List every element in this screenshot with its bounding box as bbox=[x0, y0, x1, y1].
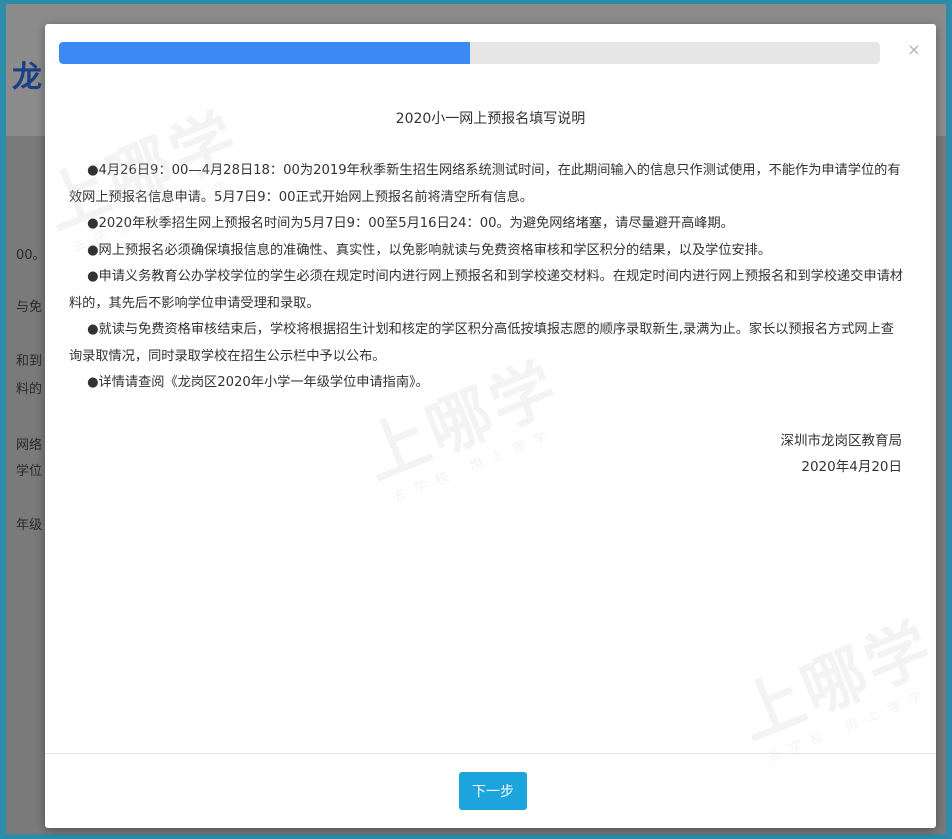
notice-paragraph: ●详情请查阅《龙岗区2020年小学一年级学位申请指南》。 bbox=[87, 375, 429, 390]
notice-body: ●4月26日9：00—4月28日18：00为2019年秋季新生招生网络系统测试时… bbox=[69, 158, 903, 397]
notice-paragraph: ●网上预报名必须确保填报信息的准确性、真实性，以免影响就读与免费资格审核和学区积… bbox=[87, 242, 772, 258]
notice-paragraph: ●申请义务教育公办学校学位的学生必须在规定时间内进行网上预报名和到学校递交材料。… bbox=[69, 269, 903, 311]
background-text: 学位 bbox=[16, 464, 43, 479]
notice-paragraph: ●4月26日9：00—4月28日18：00为2019年秋季新生招生网络系统测试时… bbox=[69, 163, 901, 205]
notice-paragraph: ●就读与免费资格审核结束后，学校将根据招生计划和核定的学区积分高低按填报志愿的顺… bbox=[69, 322, 894, 364]
next-step-button[interactable]: 下一步 bbox=[459, 772, 527, 810]
signature: 深圳市龙岗区教育局 2020年4月20日 bbox=[781, 428, 903, 480]
signature-date: 2020年4月20日 bbox=[801, 459, 902, 475]
background-text: 年级 bbox=[16, 518, 43, 533]
background-text: 与免 bbox=[16, 300, 43, 315]
notice-title: 2020小一网上预报名填写说明 bbox=[395, 111, 586, 127]
notice-modal: × 2020小一网上预报名填写说明 ●4月26日9：00—4月28日18：00为… bbox=[45, 24, 936, 828]
background-text: 00。 bbox=[16, 248, 46, 263]
progress-bar bbox=[59, 42, 880, 64]
signature-org: 深圳市龙岗区教育局 bbox=[780, 433, 903, 449]
background-text: 料的 bbox=[16, 382, 43, 397]
notice-paragraph: ●2020年秋季招生网上预报名时间为5月7日9：00至5月16日24：00。为避… bbox=[87, 216, 734, 231]
background-logo: 龙 bbox=[12, 60, 42, 95]
modal-footer: 下一步 bbox=[45, 753, 936, 828]
progress-fill bbox=[59, 42, 470, 64]
background-text: 和到 bbox=[16, 354, 43, 369]
background-text: 网络 bbox=[16, 438, 43, 453]
close-icon[interactable]: × bbox=[904, 40, 924, 60]
